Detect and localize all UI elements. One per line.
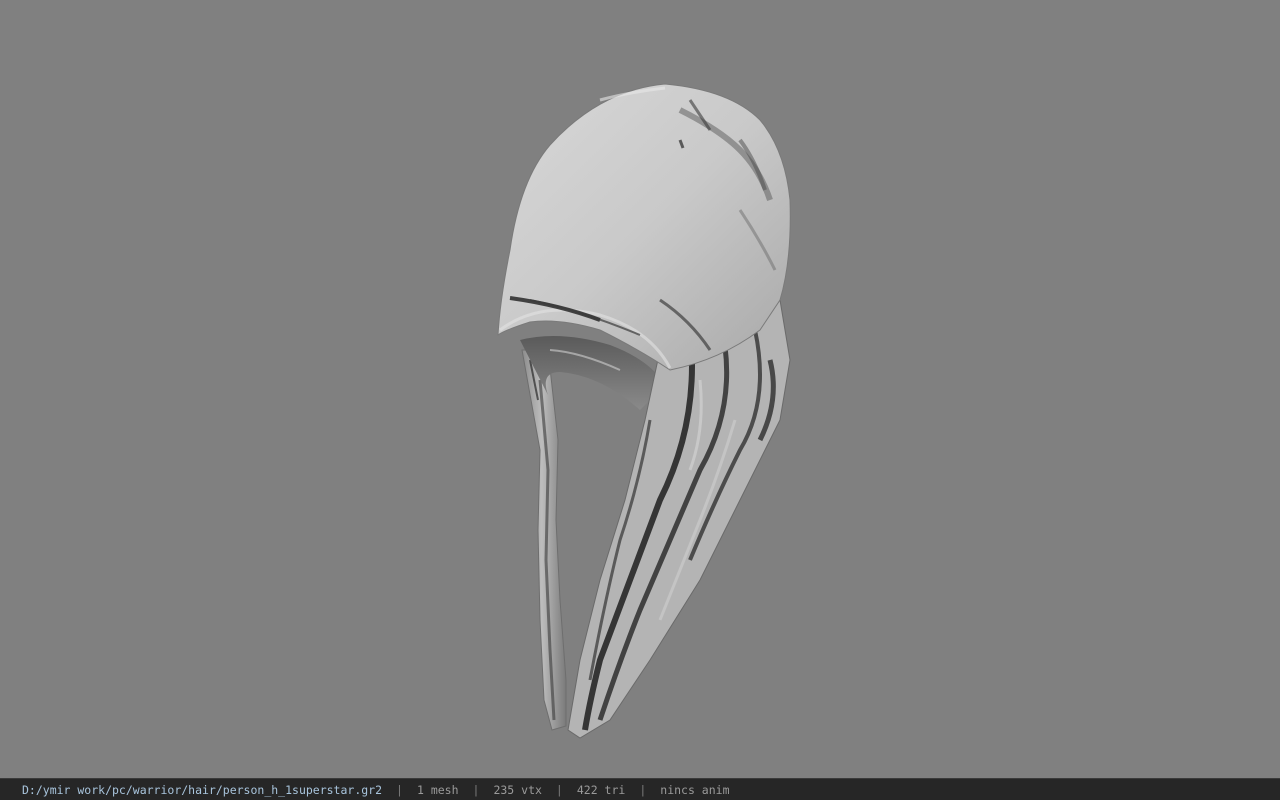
left-braid: [521, 349, 567, 731]
mesh-count: 1 mesh: [416, 782, 459, 797]
3d-viewport[interactable]: [0, 0, 1280, 778]
triangle-count: 422 tri: [576, 782, 626, 797]
hair-model-render: [497, 83, 791, 739]
vertex-count: 235 vtx: [493, 782, 542, 797]
status-bar: D:/ymir work/pc/warrior/hair/person_h_1s…: [0, 778, 1280, 800]
status-separator: |: [639, 782, 647, 797]
status-separator: |: [396, 782, 403, 797]
model-file-path: D:/ymir work/pc/warrior/hair/person_h_1s…: [22, 782, 383, 797]
hair-cap: [497, 83, 791, 371]
status-separator: |: [555, 782, 563, 797]
animation-status: nincs anim: [660, 782, 730, 797]
status-separator: |: [472, 782, 480, 797]
